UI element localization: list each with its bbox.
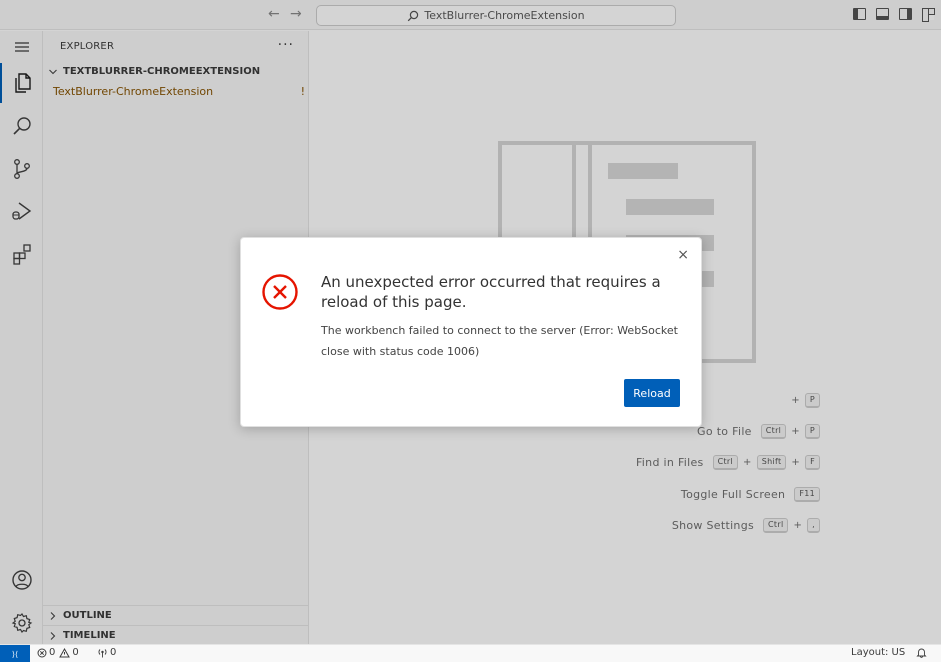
status-bar: ⟩⟨ 0 0 0 Layout: US — [0, 644, 941, 662]
dialog-detail: The workbench failed to connect to the s… — [321, 324, 678, 358]
layout-label: Layout: US — [851, 647, 906, 658]
notifications-button[interactable] — [916, 647, 927, 658]
bell-icon — [916, 648, 927, 658]
ports-status[interactable]: 0 — [97, 647, 116, 658]
close-icon[interactable]: × — [677, 248, 689, 262]
error-count: 0 — [49, 647, 56, 658]
warning-icon — [59, 647, 71, 657]
remote-indicator[interactable]: ⟩⟨ — [0, 645, 30, 662]
warning-count: 0 — [72, 647, 79, 658]
keyboard-layout-status[interactable]: Layout: US — [851, 647, 905, 658]
error-icon — [262, 274, 298, 310]
reload-button[interactable]: Reload — [624, 379, 680, 407]
remote-icon: ⟩⟨ — [11, 649, 19, 659]
problems-status[interactable]: 0 0 — [37, 647, 79, 658]
error-dialog: × An unexpected error occurred that requ… — [240, 237, 702, 427]
ports-count: 0 — [110, 647, 117, 658]
error-icon — [37, 648, 47, 657]
dialog-title: An unexpected error occurred that requir… — [321, 273, 661, 311]
broadcast-icon — [98, 648, 107, 657]
